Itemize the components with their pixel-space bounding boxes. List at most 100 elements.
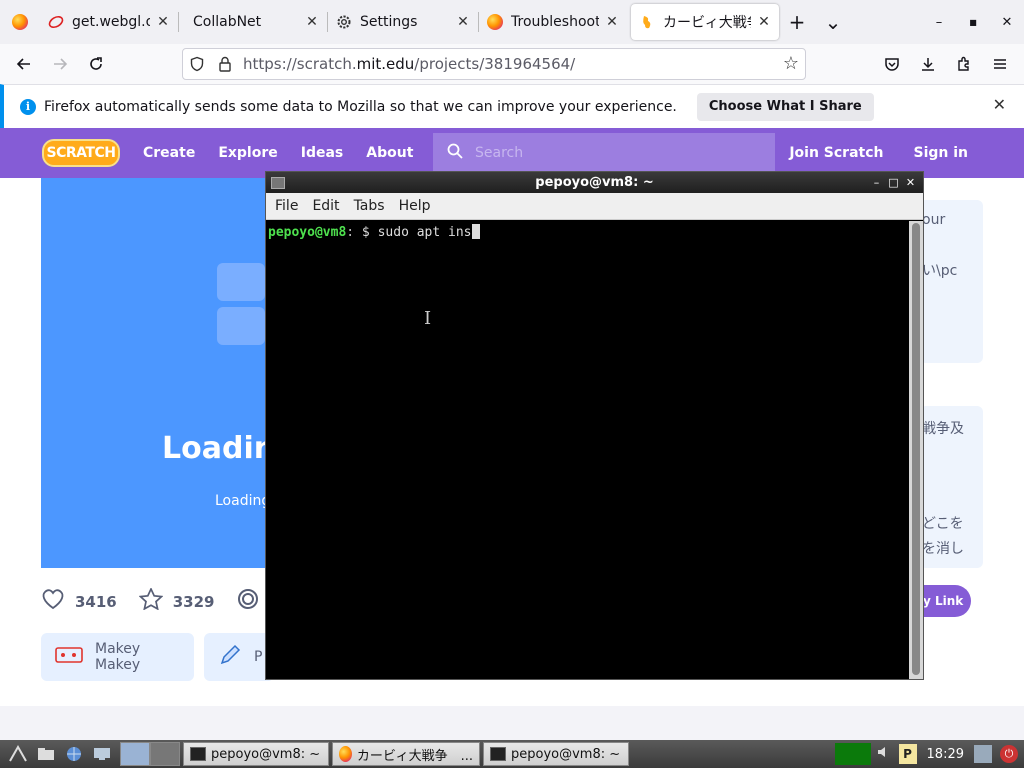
join-scratch-link[interactable]: Join Scratch [789, 145, 883, 161]
extension-chips: Makey Makey P [41, 633, 284, 681]
prompt-path: $ [354, 225, 378, 240]
power-icon[interactable]: ⏻ [1000, 745, 1018, 763]
url-domain: mit.edu [356, 55, 415, 73]
system-tray: P 18:29 ⏻ [834, 740, 1024, 768]
task-terminal-2[interactable]: pepoyo@vm8: ~ [483, 742, 629, 766]
start-menu-icon[interactable] [4, 742, 32, 766]
terminal-screen[interactable]: pepoyo@vm8: $ sudo apt ins [266, 221, 910, 679]
task-firefox[interactable]: カービィ大戦争 ... [332, 742, 480, 766]
maximize-icon[interactable]: □ [885, 174, 902, 190]
close-notification-icon[interactable]: ✕ [993, 95, 1006, 114]
url-prefix: https://scratch. [243, 55, 357, 73]
new-tab-button[interactable]: + [779, 4, 815, 40]
nav-create[interactable]: Create [143, 145, 195, 161]
close-tab-icon[interactable]: ✕ [456, 14, 470, 30]
scrollbar-thumb[interactable] [912, 223, 920, 675]
prompt-user: pepoyo@vm8 [268, 225, 347, 240]
nav-about[interactable]: About [366, 145, 413, 161]
url-text[interactable]: https://scratch.mit.edu/projects/3819645… [243, 55, 575, 73]
chip-label: P [254, 649, 263, 665]
cpu-monitor[interactable] [834, 743, 871, 765]
love-count: 3416 [75, 593, 117, 611]
forward-arrow-icon[interactable] [42, 48, 78, 80]
window-controls: – ■ ✕ [922, 0, 1024, 44]
tab-collabnet[interactable]: CollabNet ✕ [179, 4, 327, 40]
text-cursor [471, 224, 480, 239]
extensions-icon[interactable] [946, 48, 982, 80]
pen-chip: P [204, 633, 274, 681]
show-desktop-icon[interactable] [88, 742, 116, 766]
close-window-button[interactable]: ✕ [990, 0, 1024, 44]
hamburger-menu-icon[interactable] [982, 48, 1018, 80]
reload-icon[interactable] [78, 48, 114, 80]
firefox-icon [487, 14, 503, 30]
tab-webgl[interactable]: get.webgl.org/ ✕ [40, 4, 178, 40]
minimize-button[interactable]: – [922, 0, 956, 44]
sign-in-link[interactable]: Sign in [913, 145, 968, 161]
url-bar[interactable]: https://scratch.mit.edu/projects/3819645… [182, 48, 806, 80]
tab-title: Troubleshooting [511, 14, 599, 30]
task-label: カービィ大戦争 ... [356, 748, 473, 764]
menu-tabs[interactable]: Tabs [354, 198, 385, 214]
url-path: /projects/381964564/ [414, 55, 576, 73]
close-tab-icon[interactable]: ✕ [156, 14, 170, 30]
bookmark-star-icon[interactable]: ☆ [783, 53, 799, 74]
terminal-titlebar[interactable]: pepoyo@vm8: ~ – □ ✕ [266, 172, 923, 193]
terminal-title: pepoyo@vm8: ~ [535, 175, 654, 190]
task-label: pepoyo@vm8: ~ [511, 746, 621, 762]
love-stat[interactable]: 3416 [41, 588, 117, 616]
workspace-2[interactable] [150, 742, 180, 766]
terminal-menubar: File Edit Tabs Help [266, 193, 923, 220]
stage-loading-subtitle: Loading [215, 493, 271, 509]
close-tab-icon[interactable]: ✕ [605, 14, 619, 30]
firefox-icon [339, 746, 352, 762]
close-tab-icon[interactable]: ✕ [757, 14, 771, 30]
nav-ideas[interactable]: Ideas [301, 145, 344, 161]
terminal-scrollbar[interactable] [909, 221, 923, 679]
favorite-count: 3329 [172, 593, 215, 611]
prompt-separator: : [346, 225, 355, 240]
instructions-text-line: our [922, 212, 946, 228]
list-all-tabs-button[interactable]: ⌄ [815, 4, 851, 40]
tab-title: CollabNet [193, 14, 262, 30]
remix-icon [237, 588, 259, 616]
workspace-1[interactable] [120, 742, 150, 766]
tab-settings[interactable]: Settings ✕ [328, 4, 478, 40]
tab-title: カービィ大戦争 [663, 15, 751, 31]
choose-what-i-share-button[interactable]: Choose What I Share [696, 92, 874, 121]
menu-edit[interactable]: Edit [312, 198, 339, 214]
web-browser-icon[interactable] [60, 742, 88, 766]
project-stats: 3416 3329 [41, 587, 259, 616]
pocket-icon[interactable] [874, 48, 910, 80]
back-arrow-icon[interactable] [6, 48, 42, 80]
loading-blocks-icon [217, 263, 267, 353]
input-method-icon[interactable]: P [898, 744, 917, 764]
tab-title: Settings [360, 14, 418, 30]
gear-icon [336, 14, 352, 30]
favorite-stat[interactable]: 3329 [138, 587, 215, 616]
task-terminal-1[interactable]: pepoyo@vm8: ~ [183, 742, 329, 766]
tab-kirby-active[interactable]: カービィ大戦争 ✕ [631, 4, 779, 40]
network-icon[interactable] [974, 745, 992, 763]
close-icon[interactable]: ✕ [902, 174, 919, 190]
scratch-search-input[interactable]: Search [433, 133, 775, 173]
tab-troubleshooting[interactable]: Troubleshooting ✕ [479, 4, 627, 40]
menu-file[interactable]: File [275, 198, 298, 214]
notes-text-line: を消し [922, 541, 964, 557]
instructions-card: our い\pc [920, 200, 983, 363]
downloads-icon[interactable] [910, 48, 946, 80]
minimize-icon[interactable]: – [868, 174, 885, 190]
clock[interactable]: 18:29 [927, 747, 964, 762]
telemetry-notification-bar: i Firefox automatically sends some data … [0, 84, 1024, 128]
firefox-view-icon[interactable] [0, 0, 40, 44]
close-tab-icon[interactable]: ✕ [305, 14, 319, 30]
nav-explore[interactable]: Explore [218, 145, 277, 161]
terminal-window[interactable]: pepoyo@vm8: ~ – □ ✕ File Edit Tabs Help … [265, 171, 924, 680]
scratch-logo[interactable]: SCRATCH [42, 139, 120, 167]
file-manager-icon[interactable] [32, 742, 60, 766]
shield-icon[interactable] [183, 56, 211, 72]
speaker-icon[interactable] [877, 745, 891, 763]
menu-help[interactable]: Help [399, 198, 431, 214]
lock-icon[interactable] [211, 56, 239, 72]
maximize-button[interactable]: ■ [956, 0, 990, 44]
